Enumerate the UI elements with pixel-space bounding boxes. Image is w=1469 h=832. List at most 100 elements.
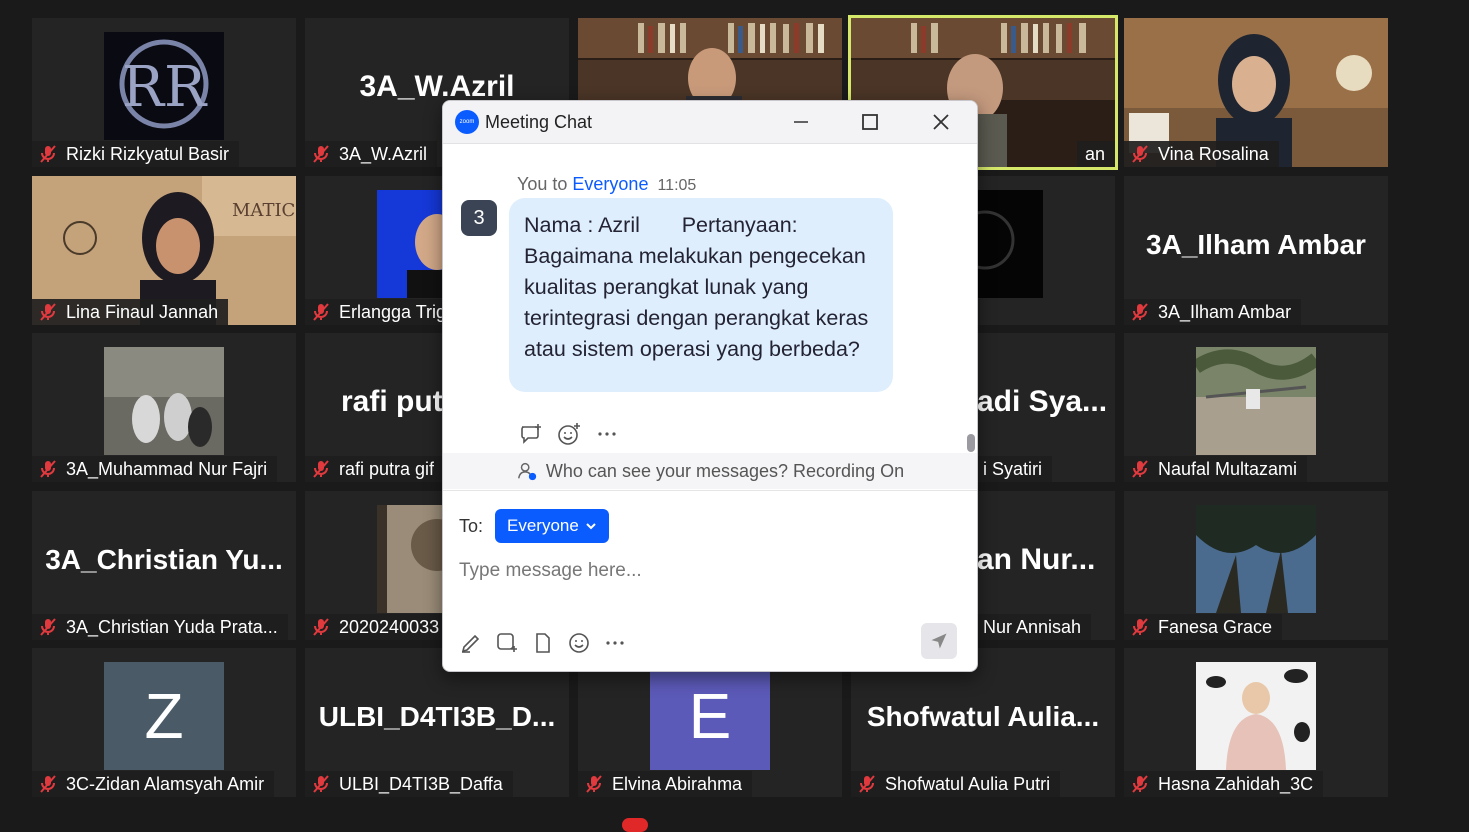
participant-name-bar: Vina Rosalina [1124,141,1279,167]
participant-name: 2020240033 [339,617,440,637]
participant-logo: RR [104,32,224,140]
privacy-notice[interactable]: Who can see your messages? Recording On [443,453,977,489]
privacy-person-icon [517,462,537,481]
participant-photo [1196,347,1316,455]
screenshot-icon[interactable] [495,631,519,655]
participant-display-name: 3A_W.Azril [359,69,515,103]
chat-messages-area[interactable]: You to Everyone 11:05 3 Nama : Azril Per… [443,144,977,452]
notification-dot [622,818,648,832]
participant-name: an [1084,144,1105,164]
close-icon[interactable] [929,110,953,134]
participant-name: 3A_Ilham Ambar [1158,302,1292,322]
participant-photo [104,347,224,455]
participant-tile[interactable]: 3A_Christian Yu... 3A_Christian Yuda Pra… [32,491,296,640]
participant-name: Nur Annisah [983,617,1082,637]
mic-muted-icon [859,775,875,793]
participant-name-bar: Nur Annisah [977,614,1092,640]
participant-display-name: 3A_Christian Yu... [45,543,283,575]
participant-avatar-letter: E [650,662,770,770]
participant-display-name: 3A_Ilham Ambar [1146,228,1366,260]
mic-muted-icon [313,618,329,636]
participant-tile[interactable]: Fanesa Grace [1124,491,1388,640]
participant-name-bar: 2020240033 [305,614,450,640]
reply-icon[interactable] [519,422,543,446]
participant-tile[interactable]: Hasna Zahidah_3C [1124,648,1388,797]
message-sender-line: You to Everyone 11:05 [517,174,696,195]
sender-avatar: 3 [461,200,497,236]
sender-you: You to [517,174,568,194]
recipient-dropdown[interactable]: Everyone [495,509,609,543]
mic-muted-icon [40,145,56,163]
participant-name-bar: Fanesa Grace [1124,614,1283,640]
more-icon[interactable] [603,631,627,655]
participant-name: Elvina Abirahma [612,774,743,794]
participant-name-bar: 3C-Zidan Alamsyah Amir [32,771,275,797]
participant-name-bar: Shofwatul Aulia Putri [851,771,1061,797]
participant-tile[interactable]: Vina Rosalina [1124,18,1388,167]
participant-tile[interactable]: Z 3C-Zidan Alamsyah Amir [32,648,296,797]
emoji-add-icon[interactable] [557,422,581,446]
participant-tile[interactable]: RR Rizki Rizkyatul Basir [32,18,296,167]
chat-scrollbar-thumb[interactable] [967,434,975,452]
meeting-chat-window[interactable]: zoom Meeting Chat You to Everyone 11:05 … [442,100,978,672]
participant-name: Shofwatul Aulia Putri [885,774,1051,794]
participant-display-name: ULBI_D4TI3B_D... [318,700,556,732]
maximize-icon[interactable] [858,110,882,134]
chat-scrollbar[interactable] [967,192,975,448]
participant-tile[interactable]: 3A_Muhammad Nur Fajri [32,333,296,482]
participant-name-bar: i Syatiri [977,456,1053,482]
participant-tile[interactable]: 3A_Ilham Ambar 3A_Ilham Ambar [1124,176,1388,325]
compose-toolbar [459,631,627,655]
participant-name: Vina Rosalina [1158,144,1269,164]
participant-tile[interactable]: Naufal Multazami [1124,333,1388,482]
chat-titlebar[interactable]: zoom Meeting Chat [443,101,977,144]
sender-target[interactable]: Everyone [572,174,648,194]
participant-name: ULBI_D4TI3B_Daffa [339,774,503,794]
participant-name-bar: rafi putra gif [305,456,445,482]
mic-muted-icon [40,303,56,321]
participant-name-bar: 3A_Muhammad Nur Fajri [32,456,278,482]
message-actions [519,422,619,446]
participant-name-bar: Rizki Rizkyatul Basir [32,141,240,167]
to-label: To: [459,515,484,536]
mic-muted-icon [313,145,329,163]
participant-display-name: adi Sya... [977,384,1108,418]
emoji-icon[interactable] [567,631,591,655]
mic-muted-icon [586,775,602,793]
participant-name: 3A_W.Azril [339,144,428,164]
participant-display-name: an Nur... [977,542,1096,576]
mic-muted-icon [40,618,56,636]
participant-photo [1196,505,1316,613]
participant-avatar-letter: Z [104,662,224,770]
zoom-logo-icon: zoom [455,110,479,134]
message-input[interactable] [457,553,901,589]
participant-name: Naufal Multazami [1158,459,1298,479]
chevron-down-icon [586,523,596,530]
divider [443,490,977,491]
participant-name: Fanesa Grace [1158,617,1273,637]
more-icon[interactable] [595,422,619,446]
svg-text:RR: RR [122,55,208,120]
mic-muted-icon [1132,618,1148,636]
mic-muted-icon [313,775,329,793]
mic-muted-icon [313,303,329,321]
privacy-text: Who can see your messages? Recording On [545,460,905,481]
participant-name-bar: Lina Finaul Jannah [32,299,229,325]
participant-name-bar: ULBI_D4TI3B_Daffa [305,771,513,797]
participant-name: 3C-Zidan Alamsyah Amir [66,774,265,794]
recipient-value: Everyone [507,516,579,535]
participant-name-bar: Naufal Multazami [1124,456,1308,482]
file-icon[interactable] [531,631,555,655]
participant-name-bar: Hasna Zahidah_3C [1124,771,1324,797]
minimize-icon[interactable] [789,110,813,134]
format-icon[interactable] [459,631,483,655]
recipient-row: To: Everyone [459,509,609,543]
message-time: 11:05 [657,177,697,194]
send-button[interactable] [921,623,957,659]
participant-tile[interactable]: MATICS Lina Finaul Jannah [32,176,296,325]
participant-name-bar: an [1076,141,1115,167]
mic-muted-icon [40,775,56,793]
participant-name: Lina Finaul Jannah [66,302,219,322]
message-bubble[interactable]: Nama : Azril Pertanyaan: Bagaimana melak… [509,198,893,392]
mic-muted-icon [313,460,329,478]
